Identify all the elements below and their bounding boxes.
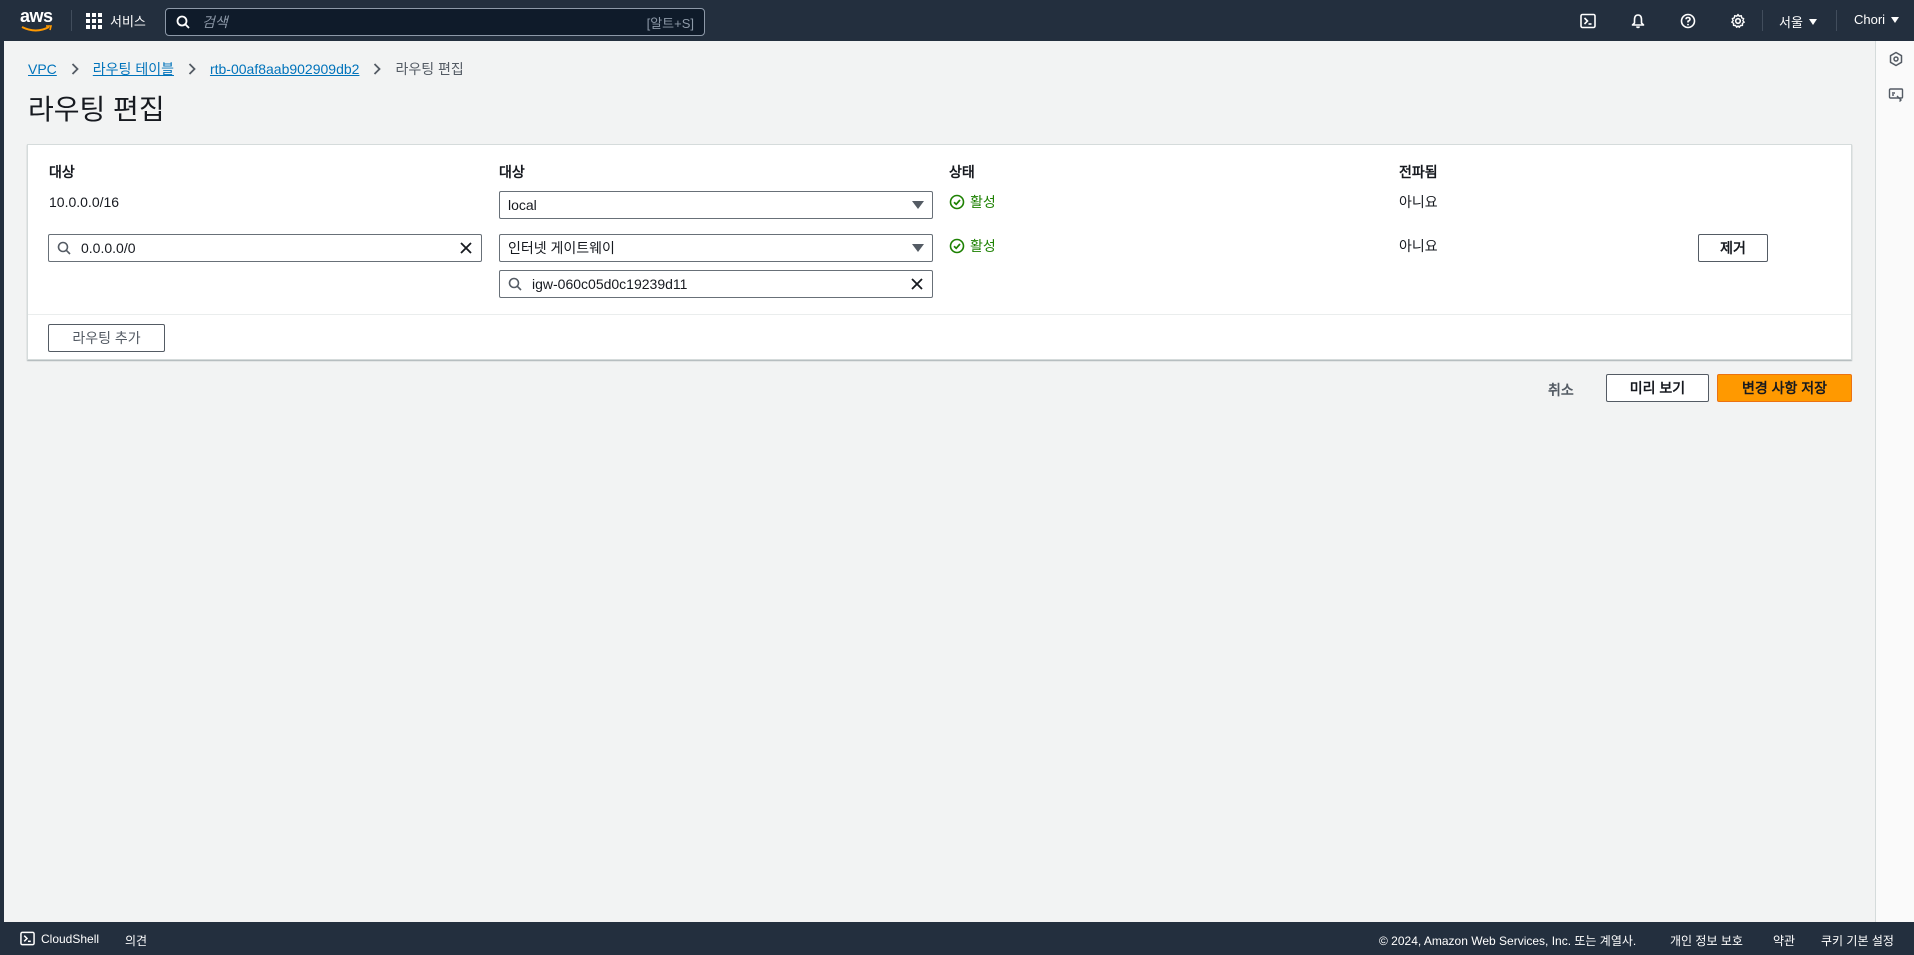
target-id-value: igw-060c05d0c19239d11 (532, 276, 688, 292)
breadcrumb: VPC 라우팅 테이블 rtb-00af8aab902909db2 라우팅 편집 (28, 59, 464, 79)
add-route-button[interactable]: 라우팅 추가 (48, 324, 165, 352)
search-icon (57, 241, 71, 255)
breadcrumb-route-tables[interactable]: 라우팅 테이블 (93, 59, 174, 79)
chevron-right-icon (373, 63, 382, 75)
cloudshell-button[interactable]: CloudShell (20, 931, 99, 946)
panel-divider (28, 314, 1851, 315)
status-text: 활성 (970, 238, 996, 254)
breadcrumb-route-table-id[interactable]: rtb-00af8aab902909db2 (210, 61, 359, 77)
page-title: 라우팅 편집 (28, 94, 165, 125)
column-header-target: 대상 (499, 164, 525, 180)
caret-down-icon (912, 201, 924, 209)
target-id-input[interactable]: igw-060c05d0c19239d11 (499, 270, 933, 298)
save-changes-button[interactable]: 변경 사항 저장 (1717, 374, 1852, 402)
feedback-screen-icon[interactable] (1888, 87, 1904, 103)
route-status: 활성 (949, 192, 996, 212)
route-destination-local: 10.0.0.0/16 (49, 194, 120, 210)
services-menu[interactable]: 서비스 (86, 10, 146, 31)
search-icon (176, 15, 190, 29)
routes-panel: 대상 대상 상태 전파됨 10.0.0.0/16 local 활성 아니요 0.… (27, 144, 1852, 360)
aws-smile-icon (21, 25, 53, 32)
column-header-destination: 대상 (49, 164, 75, 180)
destination-input[interactable]: 0.0.0.0/0 (48, 234, 482, 262)
nav-divider (1762, 10, 1763, 31)
breadcrumb-current: 라우팅 편집 (395, 61, 464, 77)
nav-divider (1836, 10, 1837, 31)
cancel-button[interactable]: 취소 (1548, 380, 1574, 400)
search-input[interactable]: 검색 [알트+S] (165, 8, 705, 36)
breadcrumb-vpc[interactable]: VPC (28, 61, 57, 77)
destination-input-value: 0.0.0.0/0 (81, 240, 136, 256)
cloudshell-icon[interactable] (1578, 11, 1598, 31)
copyright-text: © 2024, Amazon Web Services, Inc. 또는 계열사… (1379, 934, 1637, 948)
grid-icon (86, 12, 102, 29)
search-icon (508, 277, 522, 291)
help-icon[interactable] (1678, 11, 1698, 31)
column-header-status: 상태 (949, 164, 975, 180)
cloudshell-icon (20, 931, 35, 946)
search-shortcut: [알트+S] (646, 15, 694, 31)
clear-x-icon[interactable] (459, 241, 473, 255)
nav-divider (71, 10, 72, 31)
aws-logo-text: aws (20, 6, 53, 26)
hexagon-icon[interactable] (1888, 51, 1904, 67)
chevron-right-icon (188, 63, 196, 75)
target-select-value: 인터넷 게이트웨이 (508, 240, 615, 256)
target-select-local[interactable]: local (499, 191, 933, 219)
status-success-icon (949, 238, 965, 254)
cookie-preferences-link[interactable]: 쿠키 기본 설정 (1821, 932, 1894, 949)
services-label: 서비스 (110, 14, 146, 29)
account-menu[interactable]: Chori (1854, 12, 1900, 27)
clear-x-icon[interactable] (910, 277, 924, 291)
route-propagated: 아니요 (1399, 194, 1438, 210)
search-placeholder: 검색 (202, 14, 228, 30)
chevron-right-icon (71, 63, 79, 75)
notifications-bell-icon[interactable] (1628, 11, 1648, 31)
top-navigation: aws 서비스 검색 [알트+S] 서울 Chori (0, 0, 1914, 41)
preview-button[interactable]: 미리 보기 (1606, 374, 1709, 402)
status-text: 활성 (970, 194, 996, 210)
target-type-select[interactable]: 인터넷 게이트웨이 (499, 234, 933, 262)
caret-down-icon (1808, 18, 1817, 25)
route-propagated: 아니요 (1399, 238, 1438, 254)
caret-down-icon (1891, 16, 1900, 23)
settings-gear-icon[interactable] (1728, 11, 1748, 31)
column-header-propagated: 전파됨 (1399, 164, 1438, 180)
terms-link[interactable]: 약관 (1773, 932, 1795, 949)
status-success-icon (949, 194, 965, 210)
cloudshell-label: CloudShell (41, 931, 100, 946)
right-tools-rail (1875, 41, 1914, 922)
aws-logo[interactable]: aws (20, 7, 56, 33)
route-status: 활성 (949, 236, 996, 256)
caret-down-icon (912, 244, 924, 252)
feedback-link[interactable]: 의견 (125, 932, 147, 949)
remove-route-button[interactable]: 제거 (1698, 234, 1768, 262)
region-label: 서울 (1779, 15, 1803, 30)
region-selector[interactable]: 서울 (1779, 12, 1817, 31)
target-select-value: local (508, 197, 537, 213)
privacy-link[interactable]: 개인 정보 보호 (1670, 932, 1743, 949)
user-label: Chori (1854, 12, 1886, 27)
left-edge (0, 41, 4, 922)
footer: CloudShell 의견 © 2024, Amazon Web Service… (0, 922, 1914, 955)
